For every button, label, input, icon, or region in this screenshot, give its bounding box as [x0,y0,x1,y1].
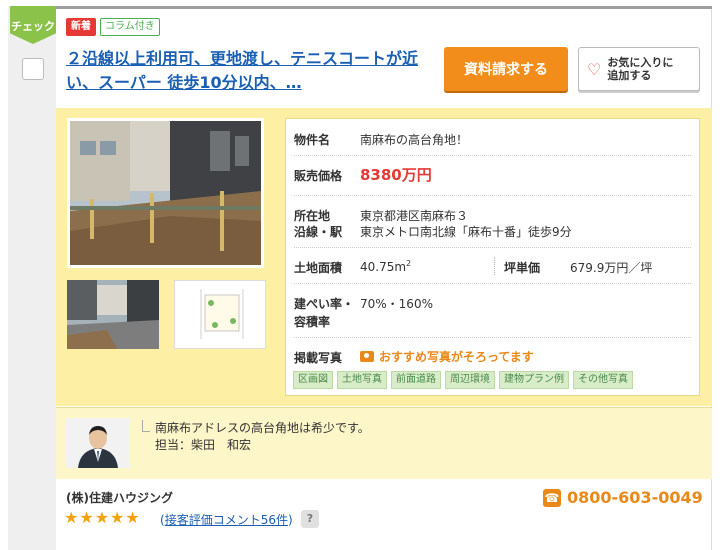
price-value: 8380万円 [360,166,432,184]
help-icon[interactable]: ? [301,510,319,528]
listing-title-link[interactable]: ２沿線以上利用可、更地渡し、テニスコートが近い、スーパー 徒歩10分以内、… [66,47,428,95]
tsubo-label: 坪単価 [504,261,541,275]
ratio-label-1: 建ぺい率・ [294,297,355,311]
station-value: 東京メトロ南北線「麻布十番」徒歩9分 [360,225,572,239]
camera-icon [360,351,374,362]
photo-tags: 区画図 土地写真 前面道路 周辺環境 建物プラン例 その他写真 [293,371,633,389]
main-property-photo[interactable] [67,118,264,268]
review-comments-link[interactable]: (接客評価コメント56件) [160,511,293,528]
left-rail [8,6,56,550]
phone-icon: ☎ [543,488,561,507]
new-badge: 新着 [66,18,96,36]
name-value: 南麻布の高台角地！ [360,133,469,147]
photos-label: 掲載写真 [294,351,343,365]
tsubo-value: 679.9万円／坪 [570,261,653,275]
agent-avatar [66,418,130,468]
land-area-label: 土地面積 [294,261,343,275]
company-name: (株)住建ハウジング [66,491,173,505]
rating-stars: ★★★★★ [64,508,141,527]
phone-number: 0800-603-0049 [567,488,703,507]
photo-tag[interactable]: 周辺環境 [445,371,495,389]
name-label: 物件名 [294,133,331,147]
request-info-button[interactable]: 資料請求する [444,47,568,91]
location-value: 東京都港区南麻布３ [360,209,469,223]
photo-tag[interactable]: 前面道路 [391,371,441,389]
ratio-value: 70%・160% [360,297,433,311]
land-area-value: 40.75m2 [360,259,412,274]
price-label: 販売価格 [294,169,343,183]
divider [294,247,691,248]
comment-bracket [142,420,150,432]
heart-icon: ♡ [587,59,602,79]
recommend-photos-note: おすすめ写真がそろってます [360,348,534,365]
add-favorite-button[interactable]: ♡ お気に入りに 追加する [578,47,700,91]
column-divider [494,257,495,275]
photo-tag[interactable]: 区画図 [293,371,333,389]
property-photo-thumb-1[interactable] [67,280,159,349]
site-plan-thumb[interactable] [174,280,266,349]
agent-comment: 南麻布アドレスの高台角地は希少です。 担当：柴田 和宏 [155,421,370,452]
divider [294,337,691,338]
column-badge: コラム付き [100,18,160,36]
favorite-label: お気に入りに 追加する [607,56,674,82]
photo-tag[interactable]: 土地写真 [337,371,387,389]
divider [294,155,691,156]
divider [294,283,691,284]
select-checkbox[interactable] [22,58,44,80]
location-label: 所在地 [294,209,331,223]
divider [294,195,691,196]
phone-contact[interactable]: ☎ 0800-603-0049 [543,488,703,507]
ratio-label-2: 容積率 [294,315,331,329]
station-label: 沿線・駅 [294,225,343,239]
photo-tag[interactable]: 建物プラン例 [499,371,569,389]
photo-tag[interactable]: その他写真 [573,371,633,389]
